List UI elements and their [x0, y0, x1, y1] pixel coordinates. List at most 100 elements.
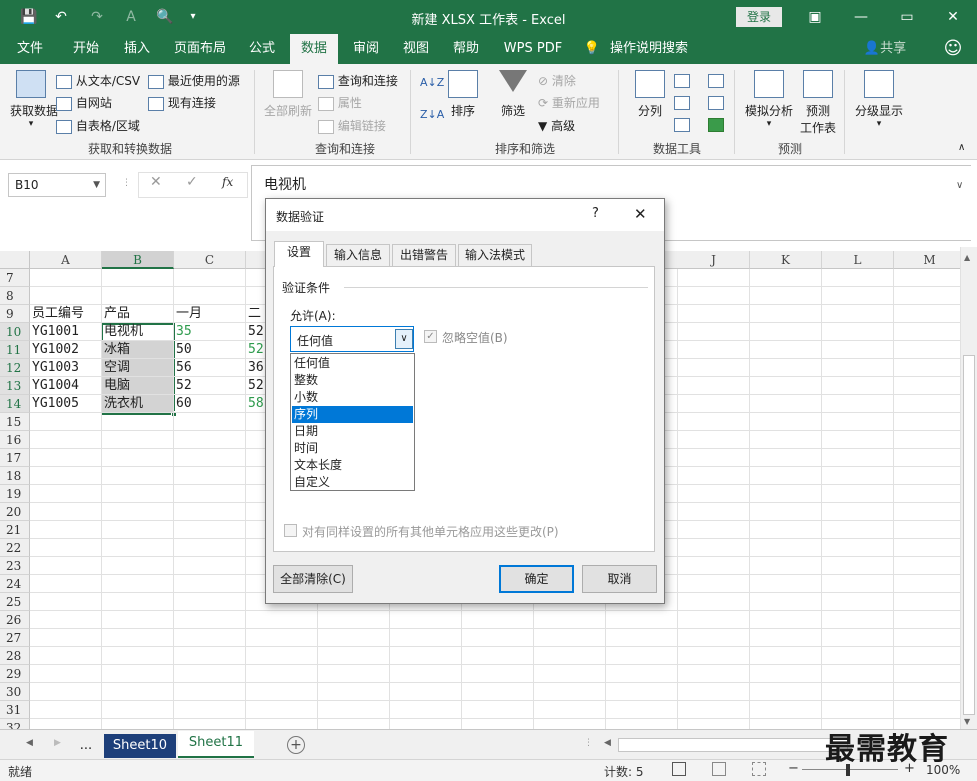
- grid-cell[interactable]: [822, 539, 894, 557]
- row-header[interactable]: 13: [0, 377, 30, 395]
- row-header[interactable]: 26: [0, 611, 30, 629]
- grid-cell[interactable]: [750, 665, 822, 683]
- grid-cell[interactable]: [678, 647, 750, 665]
- column-header-j[interactable]: J: [678, 251, 750, 269]
- grid-cell[interactable]: [894, 521, 960, 539]
- row-header[interactable]: 8: [0, 287, 30, 305]
- grid-cell[interactable]: [750, 431, 822, 449]
- reapply-button[interactable]: ⟳ 重新应用: [538, 94, 600, 111]
- grid-cell[interactable]: [822, 467, 894, 485]
- edit-links-button[interactable]: 编辑链接: [318, 117, 386, 134]
- grid-cell[interactable]: [822, 287, 894, 305]
- grid-cell[interactable]: [390, 647, 462, 665]
- row-header[interactable]: 16: [0, 431, 30, 449]
- data-validation-icon[interactable]: [674, 118, 690, 132]
- row-header[interactable]: 23: [0, 557, 30, 575]
- grid-cell[interactable]: [606, 611, 678, 629]
- grid-cell[interactable]: [894, 467, 960, 485]
- grid-cell[interactable]: [822, 503, 894, 521]
- grid-cell[interactable]: [30, 503, 102, 521]
- grid-cell[interactable]: [174, 719, 246, 729]
- grid-cell[interactable]: [678, 665, 750, 683]
- get-data-button[interactable]: 获取数据 ▾: [10, 70, 58, 136]
- add-sheet-button[interactable]: +: [287, 736, 305, 754]
- tab-view[interactable]: 视图: [394, 34, 438, 64]
- ribbon-display-icon[interactable]: ▣: [792, 0, 838, 34]
- tell-me-search[interactable]: 操作说明搜索: [606, 34, 692, 64]
- row-header[interactable]: 17: [0, 449, 30, 467]
- grid-cell[interactable]: [750, 539, 822, 557]
- grid-cell[interactable]: [174, 557, 246, 575]
- grid-cell[interactable]: [678, 323, 750, 341]
- row-header[interactable]: 10: [0, 323, 30, 341]
- column-header-l[interactable]: L: [822, 251, 894, 269]
- grid-cell[interactable]: 洗衣机: [102, 395, 174, 413]
- close-button[interactable]: ✕: [930, 0, 976, 34]
- properties-button[interactable]: 属性: [318, 94, 362, 111]
- grid-cell[interactable]: [174, 413, 246, 431]
- grid-cell[interactable]: [174, 629, 246, 647]
- page-break-view-icon[interactable]: [752, 762, 766, 776]
- column-header-k[interactable]: K: [750, 251, 822, 269]
- scroll-up-icon[interactable]: ▲: [964, 253, 970, 262]
- tab-scroll-handle[interactable]: ⋮: [584, 738, 593, 748]
- grid-cell[interactable]: [678, 467, 750, 485]
- sort-button[interactable]: 排序: [446, 70, 480, 136]
- grid-cell[interactable]: [750, 503, 822, 521]
- grid-cell[interactable]: [462, 683, 534, 701]
- smiley-icon[interactable]: ☺: [940, 34, 966, 64]
- queries-connections-button[interactable]: 查询和连接: [318, 72, 398, 89]
- allow-option[interactable]: 任何值: [292, 355, 413, 372]
- chevron-down-icon[interactable]: ▼: [93, 174, 100, 196]
- grid-cell[interactable]: [534, 611, 606, 629]
- remove-duplicates-icon[interactable]: [674, 96, 690, 110]
- grid-cell[interactable]: [534, 665, 606, 683]
- grid-cell[interactable]: [678, 593, 750, 611]
- expand-formula-icon[interactable]: ∨: [956, 180, 963, 191]
- grid-cell[interactable]: [534, 701, 606, 719]
- zoom-slider-track[interactable]: [802, 769, 898, 770]
- grid-cell[interactable]: [894, 413, 960, 431]
- grid-cell[interactable]: [174, 611, 246, 629]
- what-if-analysis-button[interactable]: 模拟分析 ▾: [742, 70, 796, 136]
- grid-cell[interactable]: [102, 593, 174, 611]
- grid-cell[interactable]: [30, 683, 102, 701]
- grid-cell[interactable]: [174, 665, 246, 683]
- grid-cell[interactable]: [246, 611, 318, 629]
- grid-cell[interactable]: 冰箱: [102, 341, 174, 359]
- grid-cell[interactable]: [678, 431, 750, 449]
- grid-cell[interactable]: [750, 287, 822, 305]
- consolidate-icon[interactable]: [708, 74, 724, 88]
- from-table-button[interactable]: 自表格/区域: [56, 117, 140, 134]
- grid-cell[interactable]: [894, 647, 960, 665]
- grid-cell[interactable]: [30, 449, 102, 467]
- grid-cell[interactable]: [462, 629, 534, 647]
- scroll-down-icon[interactable]: ▼: [964, 717, 970, 726]
- grid-cell[interactable]: [30, 719, 102, 729]
- existing-connections-button[interactable]: 现有连接: [148, 94, 216, 111]
- row-header[interactable]: 25: [0, 593, 30, 611]
- grid-cell[interactable]: [462, 665, 534, 683]
- relationships-icon[interactable]: [708, 96, 724, 110]
- grid-cell[interactable]: [462, 701, 534, 719]
- grid-cell[interactable]: [678, 485, 750, 503]
- allow-option[interactable]: 日期: [292, 423, 413, 440]
- grid-cell[interactable]: [30, 521, 102, 539]
- grid-cell[interactable]: [102, 449, 174, 467]
- grid-cell[interactable]: [678, 377, 750, 395]
- grid-cell[interactable]: [894, 683, 960, 701]
- grid-cell[interactable]: [174, 575, 246, 593]
- grid-cell[interactable]: [750, 467, 822, 485]
- grid-cell[interactable]: [30, 287, 102, 305]
- data-model-icon[interactable]: [708, 118, 724, 132]
- zoom-out-button[interactable]: −: [788, 761, 799, 776]
- grid-cell[interactable]: YG1001: [30, 323, 102, 341]
- next-sheet-icon[interactable]: ▶: [54, 738, 61, 748]
- row-header[interactable]: 20: [0, 503, 30, 521]
- grid-cell[interactable]: [678, 701, 750, 719]
- grid-cell[interactable]: [102, 575, 174, 593]
- sort-za-icon[interactable]: Z↓A: [420, 108, 444, 121]
- grid-cell[interactable]: [894, 323, 960, 341]
- grid-cell[interactable]: [462, 719, 534, 729]
- row-header[interactable]: 22: [0, 539, 30, 557]
